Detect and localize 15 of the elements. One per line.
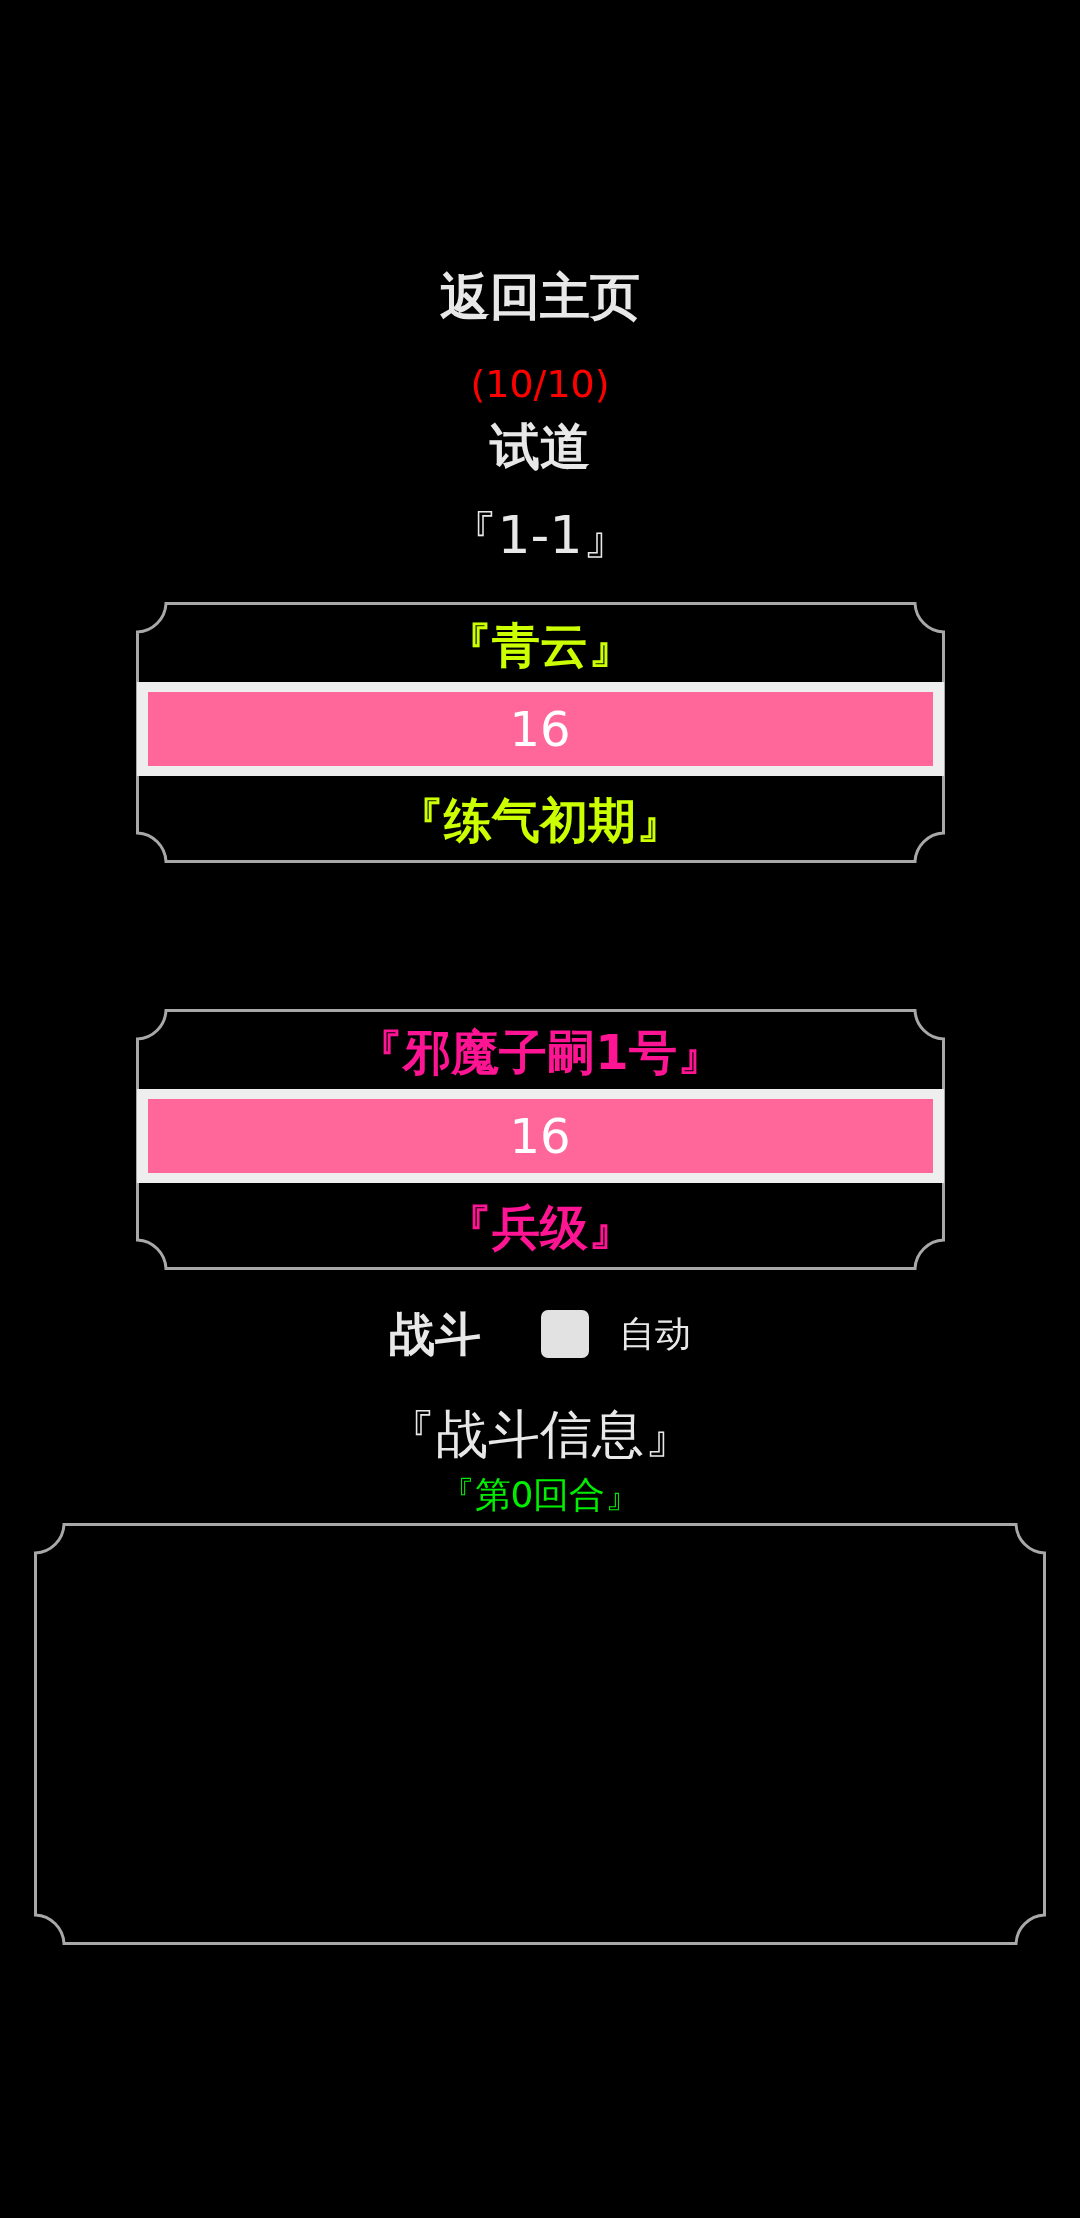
round-counter: 『第0回合』 (438, 1475, 642, 1515)
fighter-name: 『邪魔子嗣1号』 (355, 1023, 725, 1081)
auto-label: 自动 (619, 1312, 691, 1356)
back-home-link[interactable]: 返回主页 (440, 267, 640, 327)
hp-value: 16 (509, 1107, 571, 1165)
battle-log-title: 『战斗信息』 (384, 1404, 696, 1464)
attempts-counter: (10/10) (470, 361, 610, 407)
fight-button[interactable]: 战斗 (389, 1306, 481, 1362)
fighter-name: 『青云』 (444, 616, 636, 674)
stage-title: 试道 (490, 417, 590, 477)
hp-value: 16 (509, 700, 571, 758)
fighter-rank: 『练气初期』 (396, 790, 684, 849)
auto-checkbox[interactable] (541, 1310, 589, 1358)
stage-number: 『1-1』 (445, 505, 635, 565)
fighter-rank: 『兵级』 (444, 1197, 636, 1256)
